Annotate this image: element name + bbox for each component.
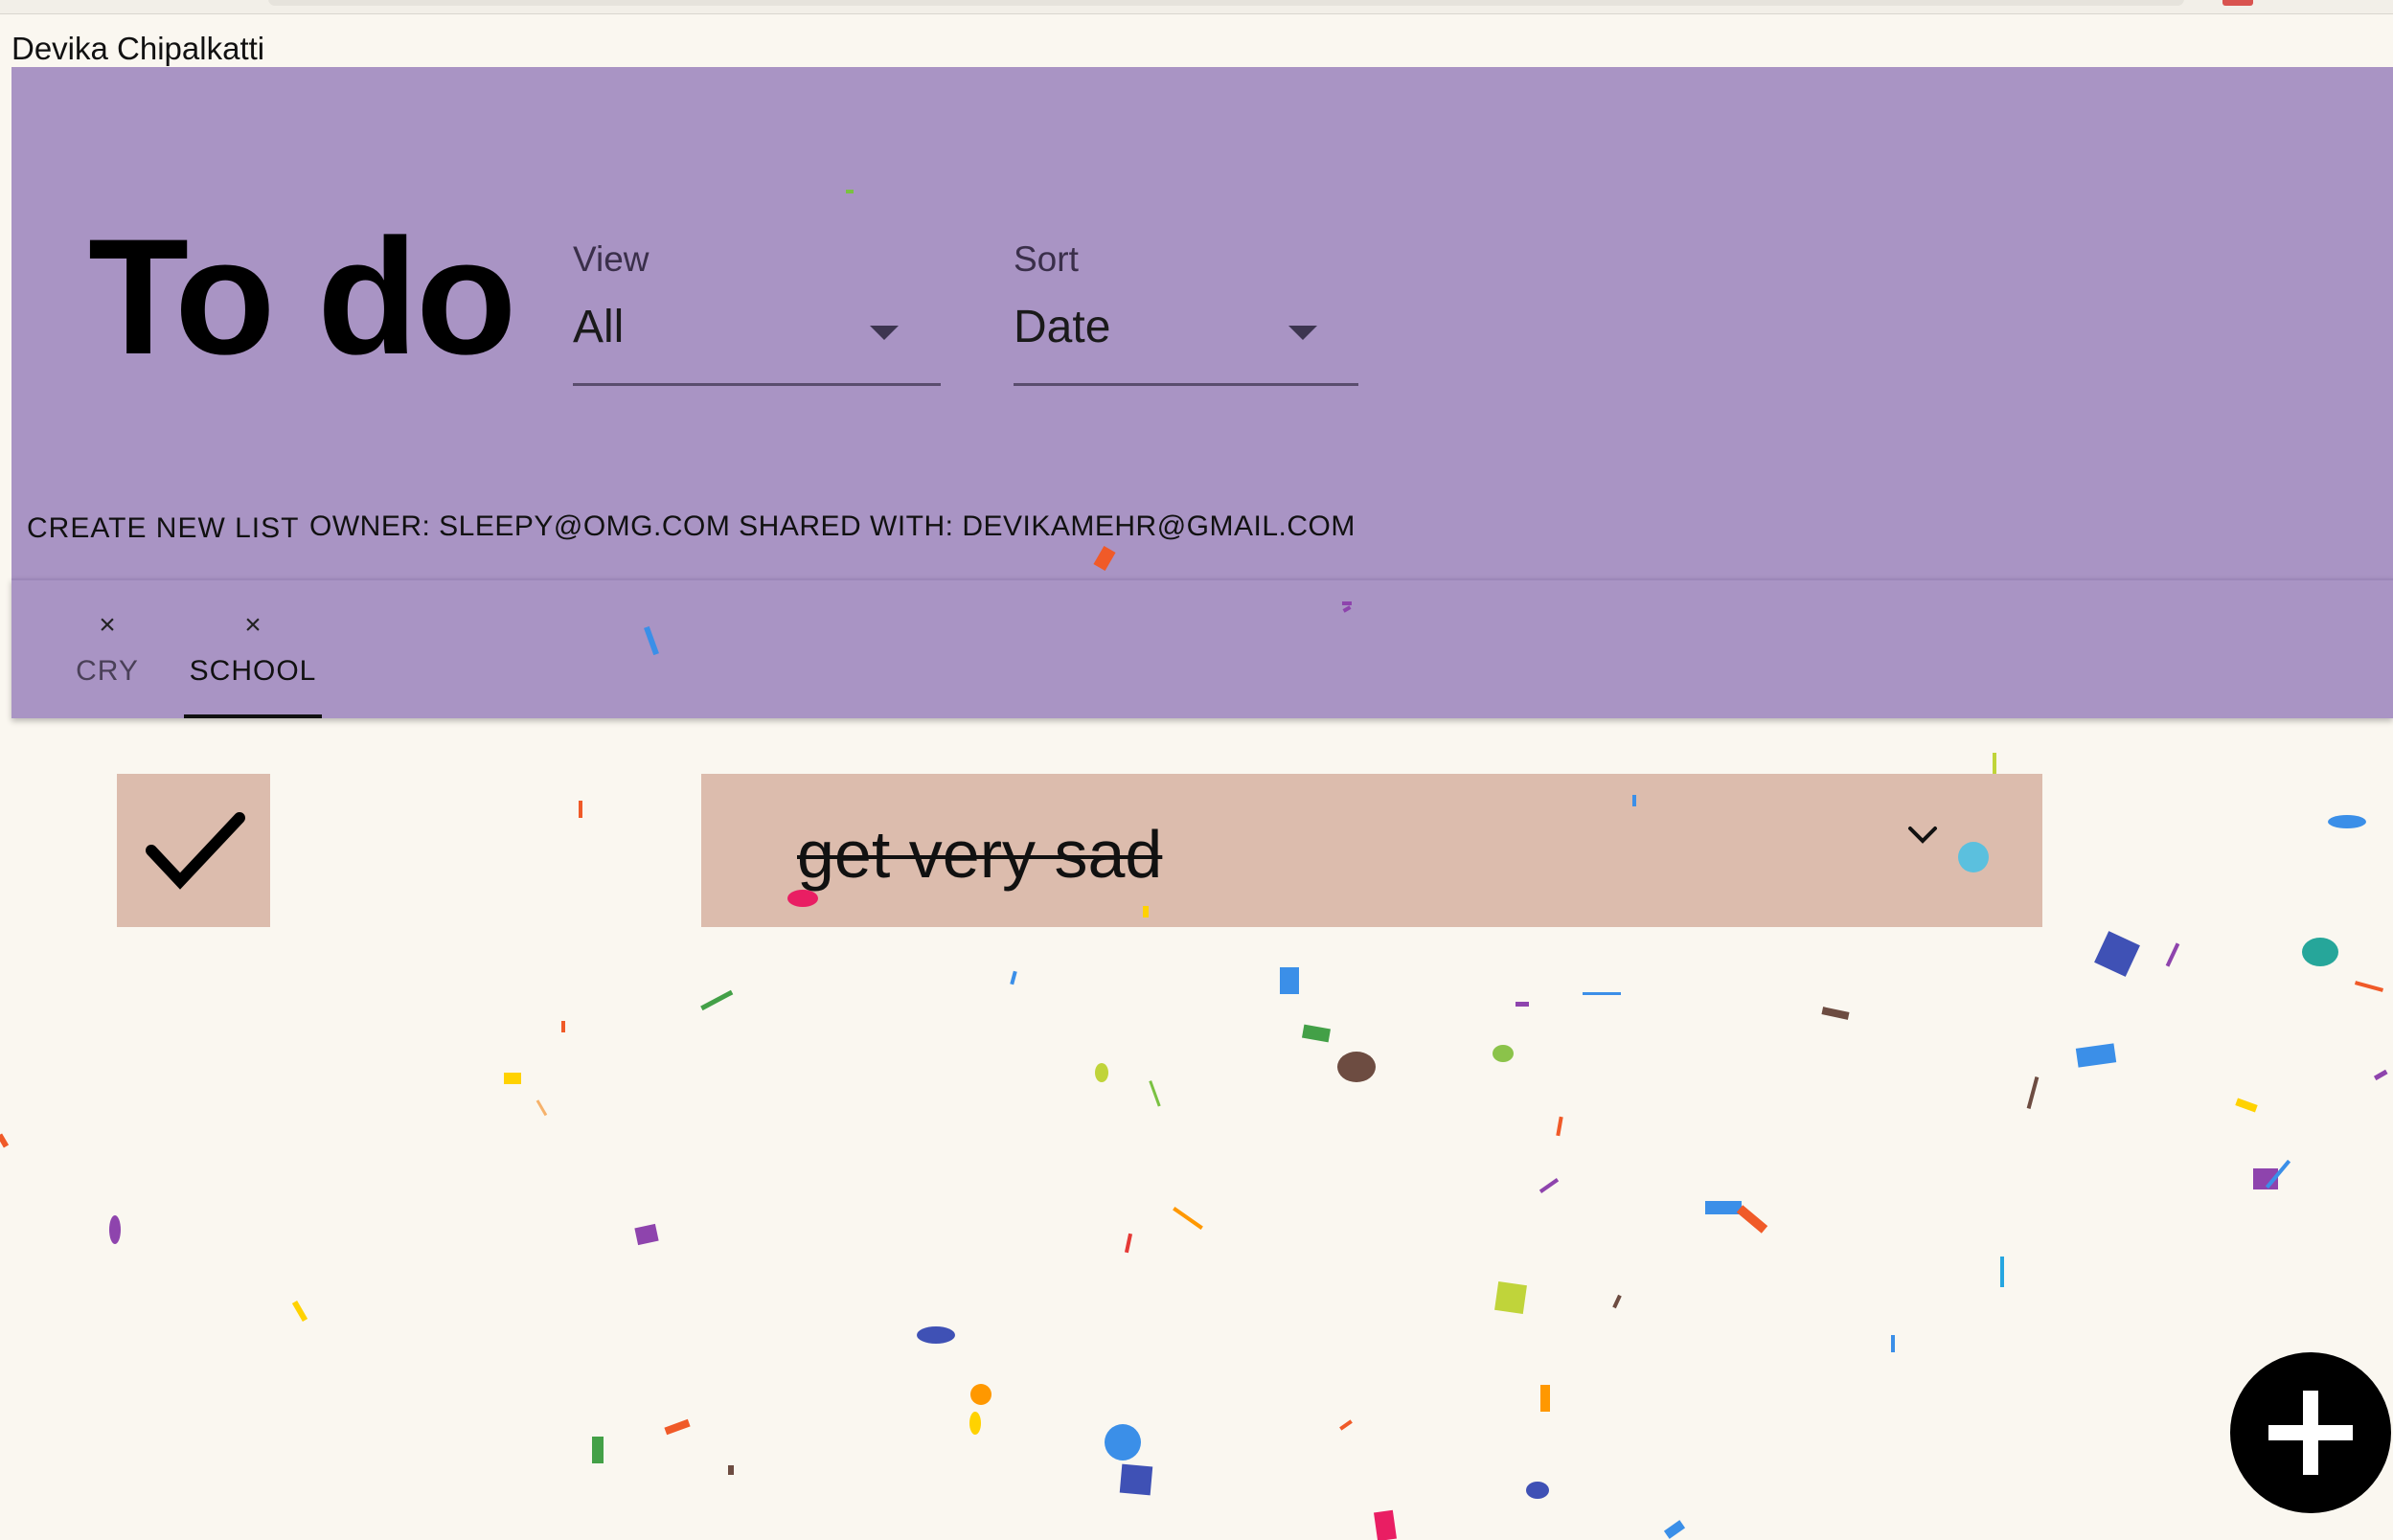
confetti-piece bbox=[2328, 815, 2366, 828]
confetti-piece bbox=[700, 989, 734, 1011]
view-select-value[interactable]: All bbox=[573, 301, 624, 353]
confetti-piece bbox=[1494, 1281, 1527, 1314]
close-icon[interactable]: × bbox=[40, 609, 174, 642]
confetti-piece bbox=[2235, 1098, 2258, 1113]
confetti-piece bbox=[1538, 1178, 1560, 1193]
confetti-piece bbox=[1821, 1007, 1850, 1020]
confetti-piece bbox=[504, 1073, 521, 1084]
confetti-piece bbox=[2026, 1076, 2040, 1109]
confetti-piece bbox=[1095, 1063, 1108, 1082]
confetti-piece bbox=[917, 1326, 955, 1344]
confetti-piece bbox=[1374, 1509, 1397, 1540]
confetti-piece bbox=[1173, 1207, 1203, 1230]
tab-label[interactable]: SCHOOL bbox=[184, 655, 322, 688]
task-text: get very sad bbox=[797, 817, 1163, 892]
user-name: Devika Chipalkatti bbox=[11, 31, 265, 66]
view-select-label: View bbox=[573, 239, 650, 279]
confetti-piece bbox=[1612, 1294, 1622, 1309]
tab-cry[interactable]: × CRY bbox=[40, 580, 174, 718]
confetti-piece bbox=[109, 1215, 121, 1244]
confetti-piece bbox=[728, 1465, 734, 1475]
add-task-button[interactable] bbox=[2230, 1352, 2391, 1513]
confetti-piece bbox=[1526, 1482, 1549, 1499]
caret-down-icon[interactable] bbox=[870, 326, 899, 340]
confetti-piece bbox=[664, 1418, 691, 1436]
confetti-piece bbox=[561, 1021, 565, 1032]
confetti-piece bbox=[2094, 931, 2140, 977]
confetti-piece bbox=[1339, 1419, 1353, 1431]
confetti-piece bbox=[969, 1412, 981, 1435]
view-select-underline bbox=[573, 383, 941, 386]
confetti-piece bbox=[579, 801, 582, 818]
sort-select-value[interactable]: Date bbox=[1014, 301, 1110, 353]
confetti-piece bbox=[291, 1300, 308, 1323]
list-tabs: × CRY × SCHOOL bbox=[11, 578, 2393, 718]
list-owner-info: OWNER: SLEEPY@OMG.COM SHARED WITH: DEVIK… bbox=[309, 510, 1356, 542]
create-new-list-button[interactable]: CREATE NEW LIST bbox=[27, 512, 299, 545]
confetti-piece bbox=[2075, 1043, 2117, 1068]
selected-tab-indicator bbox=[184, 714, 322, 718]
sort-select-underline bbox=[1014, 383, 1358, 386]
view-select[interactable]: View All bbox=[573, 239, 941, 393]
close-icon[interactable]: × bbox=[184, 609, 322, 642]
confetti-piece bbox=[1993, 753, 1996, 774]
confetti-piece bbox=[1119, 1463, 1153, 1496]
confetti-piece bbox=[1705, 1201, 1742, 1214]
confetti-piece bbox=[2165, 942, 2180, 967]
confetti-piece bbox=[1891, 1335, 1895, 1352]
confetti-piece bbox=[1280, 967, 1299, 994]
confetti-piece bbox=[1301, 1024, 1332, 1043]
confetti-piece bbox=[1663, 1520, 1686, 1539]
confetti-piece bbox=[2253, 1168, 2278, 1189]
browser-extension-icon[interactable] bbox=[2222, 0, 2253, 6]
tab-label[interactable]: CRY bbox=[40, 655, 174, 688]
confetti-piece bbox=[2265, 1159, 2291, 1189]
confetti-piece bbox=[1540, 1385, 1550, 1412]
confetti-piece bbox=[1493, 1045, 1514, 1062]
caret-down-icon[interactable] bbox=[1288, 326, 1317, 340]
confetti-piece bbox=[1337, 1052, 1376, 1082]
confetti-piece bbox=[2302, 938, 2338, 966]
check-icon bbox=[146, 812, 245, 890]
sort-select[interactable]: Sort Date bbox=[1014, 239, 1358, 393]
confetti-piece bbox=[970, 1384, 991, 1405]
confetti-piece bbox=[536, 1099, 548, 1117]
browser-chrome-strip bbox=[0, 0, 2393, 14]
page-title: To do bbox=[88, 205, 516, 389]
task-complete-checkbox[interactable] bbox=[117, 774, 270, 927]
confetti-piece bbox=[592, 1437, 604, 1463]
confetti-piece bbox=[1583, 992, 1621, 995]
confetti-piece bbox=[1516, 1002, 1529, 1007]
confetti-piece bbox=[1010, 970, 1017, 985]
confetti-piece bbox=[634, 1223, 659, 1246]
plus-icon bbox=[2268, 1391, 2353, 1475]
confetti-piece bbox=[1124, 1233, 1133, 1254]
confetti-piece bbox=[1556, 1116, 1563, 1137]
chevron-down-icon[interactable] bbox=[1906, 824, 1939, 847]
sort-select-label: Sort bbox=[1014, 239, 1079, 279]
confetti-piece bbox=[0, 1133, 10, 1148]
confetti-piece bbox=[1736, 1205, 1768, 1234]
confetti-piece bbox=[2000, 1257, 2004, 1287]
confetti-piece bbox=[2354, 981, 2384, 992]
task-item[interactable]: get very sad bbox=[701, 774, 2042, 927]
confetti-piece bbox=[2373, 1069, 2388, 1081]
confetti-piece bbox=[1105, 1424, 1141, 1461]
tab-school[interactable]: × SCHOOL bbox=[184, 580, 322, 718]
confetti-piece bbox=[1149, 1080, 1161, 1107]
browser-address-bar[interactable] bbox=[268, 0, 2184, 6]
